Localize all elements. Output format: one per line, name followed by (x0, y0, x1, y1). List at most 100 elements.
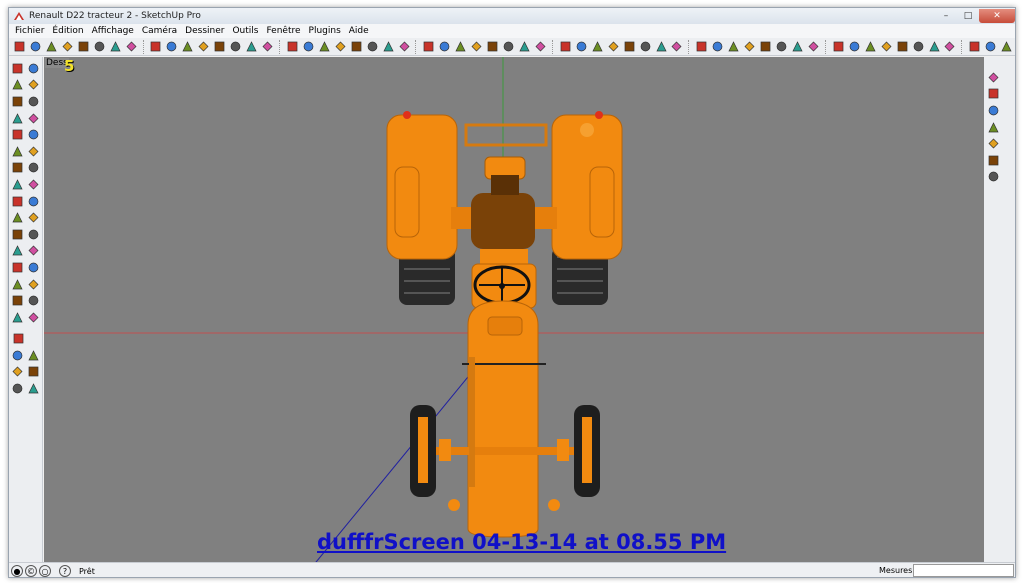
select-icon[interactable] (11, 61, 25, 76)
top-icon[interactable] (517, 39, 532, 54)
component-icon[interactable] (27, 61, 41, 76)
position-camera-icon[interactable] (11, 293, 25, 308)
sandbox-6-icon[interactable] (790, 39, 805, 54)
3dtext-icon[interactable] (27, 227, 41, 242)
minimize-button[interactable]: – (935, 9, 957, 23)
layers-icon[interactable] (927, 39, 942, 54)
flip-edge-icon[interactable] (11, 381, 25, 396)
geolocation-icon[interactable]: ● (11, 565, 23, 577)
look-around-icon[interactable] (27, 293, 41, 308)
maximize-button[interactable]: □ (957, 9, 979, 23)
push-pull-icon[interactable] (124, 39, 139, 54)
measures-input[interactable] (913, 564, 1014, 577)
menu-plugins[interactable]: Plugins (305, 26, 345, 36)
styles-icon[interactable] (911, 39, 926, 54)
sandbox-2-icon[interactable] (726, 39, 741, 54)
box-icon[interactable] (986, 120, 1001, 135)
paint-icon[interactable] (333, 39, 348, 54)
back-icon[interactable] (574, 39, 589, 54)
hand-icon[interactable] (27, 381, 41, 396)
axes-icon[interactable] (11, 227, 25, 242)
offset-icon[interactable] (27, 177, 41, 192)
pencil-icon[interactable] (44, 39, 59, 54)
section-plane-icon[interactable] (485, 39, 500, 54)
components-icon[interactable] (942, 39, 957, 54)
stamp-icon[interactable] (27, 348, 41, 363)
walk-icon[interactable] (11, 310, 25, 325)
select-arrow-icon[interactable] (12, 39, 27, 54)
zoom-icon[interactable] (349, 39, 364, 54)
photo-texture-icon[interactable] (847, 39, 862, 54)
pushpull-icon[interactable] (27, 144, 41, 159)
menu-affichage[interactable]: Affichage (88, 26, 138, 36)
stack-icon[interactable] (986, 153, 1001, 168)
zoom-icon[interactable] (11, 260, 25, 275)
dimension-icon[interactable] (27, 194, 41, 209)
textured-icon[interactable] (670, 39, 685, 54)
xray-icon[interactable] (606, 39, 621, 54)
polygon-icon[interactable] (11, 127, 25, 142)
freehand-icon[interactable] (27, 127, 41, 142)
sandbox-1-icon[interactable] (710, 39, 725, 54)
monochrome-icon[interactable] (694, 39, 709, 54)
sandbox-7-icon[interactable] (806, 39, 821, 54)
arc-icon[interactable] (92, 39, 107, 54)
sandbox-icon[interactable] (11, 331, 26, 346)
eraser-icon[interactable] (27, 77, 41, 92)
walk-icon[interactable] (437, 39, 452, 54)
scale-icon[interactable] (11, 177, 25, 192)
menu-edition[interactable]: Édition (48, 26, 87, 36)
zoom-window-icon[interactable] (27, 260, 41, 275)
stairs-icon[interactable] (986, 136, 1001, 151)
fog-icon[interactable] (895, 39, 910, 54)
menu-aide[interactable]: Aide (345, 26, 373, 36)
axes-icon[interactable] (301, 39, 316, 54)
zoom-extents-icon[interactable] (381, 39, 396, 54)
outliner-icon[interactable] (999, 39, 1014, 54)
move-icon[interactable] (164, 39, 179, 54)
text-icon[interactable] (285, 39, 300, 54)
help-icon[interactable]: ? (59, 565, 71, 577)
sandbox-5-icon[interactable] (774, 39, 789, 54)
wireframe-icon[interactable] (622, 39, 637, 54)
zoom-extents-icon[interactable] (11, 277, 25, 292)
scenes-icon[interactable] (983, 39, 998, 54)
section-icon[interactable] (27, 310, 41, 325)
move-icon[interactable] (11, 144, 25, 159)
iso-icon[interactable] (501, 39, 516, 54)
position-camera-icon[interactable] (469, 39, 484, 54)
pan-icon[interactable] (27, 243, 41, 258)
rotate-icon[interactable] (11, 160, 25, 175)
orbit-icon[interactable] (11, 243, 25, 258)
menu-fenetre[interactable]: Fenêtre (262, 26, 304, 36)
zoom-window-icon[interactable] (365, 39, 380, 54)
drawing-viewport[interactable]: Dess 5 dufffrScreen 04-13-14 at 08.55 PM (44, 57, 984, 567)
left-icon[interactable] (590, 39, 605, 54)
hidden-line-icon[interactable] (638, 39, 653, 54)
protractor-icon[interactable] (11, 210, 25, 225)
orbit-icon[interactable] (397, 39, 412, 54)
sandbox-3-icon[interactable] (742, 39, 757, 54)
followme-icon[interactable] (27, 160, 41, 175)
follow-me-icon[interactable] (148, 39, 163, 54)
line-icon[interactable] (27, 94, 41, 109)
menu-camera[interactable]: Caméra (138, 26, 181, 36)
offset-icon[interactable] (212, 39, 227, 54)
user-icon[interactable]: ○ (39, 565, 51, 577)
shadow-icon[interactable] (879, 39, 894, 54)
3d-text-icon[interactable] (317, 39, 332, 54)
drape-icon[interactable] (11, 364, 25, 379)
credits-icon[interactable]: © (25, 565, 37, 577)
menu-dessiner[interactable]: Dessiner (181, 26, 228, 36)
eraser-icon[interactable] (28, 39, 43, 54)
match-photo-icon[interactable] (863, 39, 878, 54)
protractor-icon[interactable] (260, 39, 275, 54)
arc-icon[interactable] (27, 111, 41, 126)
shaded-icon[interactable] (654, 39, 669, 54)
previous-icon[interactable] (27, 277, 41, 292)
scale-icon[interactable] (196, 39, 211, 54)
materials-icon[interactable] (967, 39, 982, 54)
look-around-icon[interactable] (453, 39, 468, 54)
rectangle-icon[interactable] (11, 94, 25, 109)
geo-icon[interactable] (831, 39, 846, 54)
